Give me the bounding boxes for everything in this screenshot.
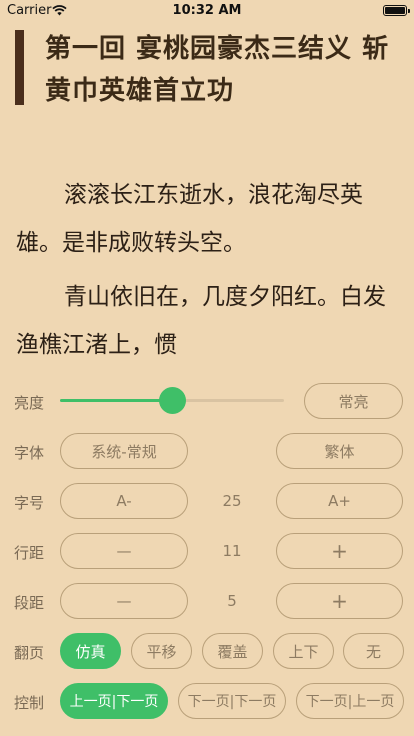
line-spacing-value: 11 — [222, 542, 242, 560]
control-option-next-prev[interactable]: 下一页|上一页 — [296, 683, 404, 719]
font-size-decrease-button[interactable]: A- — [60, 483, 188, 519]
page-turn-option-vertical[interactable]: 上下 — [273, 633, 334, 669]
control-label: 控制 — [14, 694, 45, 712]
paragraph-spacing-increase-button[interactable]: + — [276, 583, 403, 619]
brightness-slider-fill — [60, 399, 172, 402]
chapter-title-accent-bar — [15, 30, 24, 105]
paragraph-spacing-value: 5 — [227, 592, 237, 610]
control-option-next-next[interactable]: 下一页|下一页 — [178, 683, 286, 719]
paragraph-spacing-decrease-button[interactable]: — — [60, 583, 188, 619]
page-turn-label: 翻页 — [14, 644, 45, 662]
page-turn-option-none[interactable]: 无 — [343, 633, 404, 669]
battery-icon — [383, 5, 410, 16]
page-turn-option-slide[interactable]: 平移 — [131, 633, 192, 669]
font-family-button[interactable]: 系统-常规 — [60, 433, 188, 469]
brightness-label: 亮度 — [14, 394, 45, 412]
font-size-increase-button[interactable]: A+ — [276, 483, 403, 519]
font-size-label: 字号 — [14, 494, 45, 512]
page-turn-option-cover[interactable]: 覆盖 — [202, 633, 263, 669]
font-size-value: 25 — [222, 492, 242, 510]
content-paragraph: 青山依旧在，几度夕阳红。白发渔樵江渚上，惯 — [16, 284, 386, 358]
font-label: 字体 — [14, 444, 45, 462]
line-spacing-decrease-button[interactable]: — — [60, 533, 188, 569]
paragraph-spacing-label: 段距 — [14, 594, 45, 612]
line-spacing-label: 行距 — [14, 544, 45, 562]
line-spacing-increase-button[interactable]: + — [276, 533, 403, 569]
brightness-slider-thumb[interactable] — [158, 387, 186, 414]
clock: 10:32 AM — [172, 3, 242, 18]
traditional-chinese-button[interactable]: 繁体 — [276, 433, 403, 469]
keep-screen-on-button[interactable]: 常亮 — [304, 383, 403, 419]
page-turn-option-simulation[interactable]: 仿真 — [60, 633, 121, 669]
control-option-prev-next[interactable]: 上一页|下一页 — [60, 683, 168, 719]
status-bar: Carrier 10:32 AM — [0, 0, 414, 22]
content-paragraph: 滚滚长江东逝水，浪花淘尽英雄。是非成败转头空。 — [16, 182, 363, 256]
chapter-title: 第一回 宴桃园豪杰三结义 斩黄巾英雄首立功 — [45, 34, 390, 106]
